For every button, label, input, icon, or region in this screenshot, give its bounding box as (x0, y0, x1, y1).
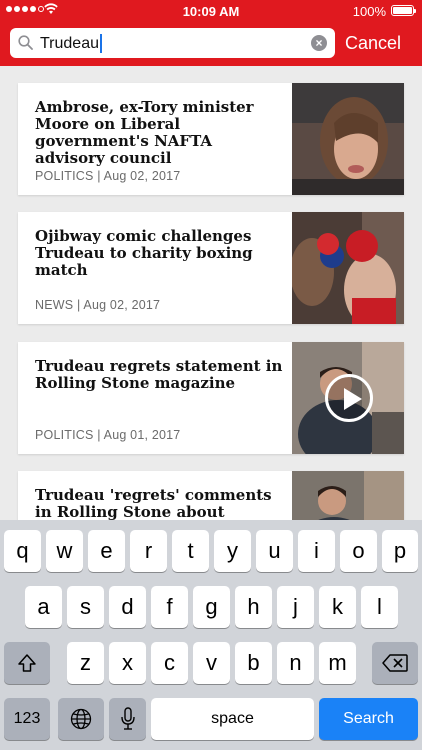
key-m[interactable]: m (319, 642, 356, 684)
article-meta: NEWS | Aug 02, 2017 (35, 298, 161, 312)
key-j[interactable]: j (277, 586, 314, 628)
shift-icon (18, 654, 36, 672)
key-e[interactable]: e (88, 530, 125, 572)
key-n[interactable]: n (277, 642, 314, 684)
article-card[interactable]: Ojibway comic challenges Trudeau to char… (18, 212, 404, 324)
dictation-key[interactable] (109, 698, 146, 740)
article-thumbnail (292, 471, 404, 520)
battery-percent: 100% (352, 4, 386, 19)
article-thumbnail (292, 212, 404, 324)
key-d[interactable]: d (109, 586, 146, 628)
key-w[interactable]: w (46, 530, 83, 572)
key-a[interactable]: a (25, 586, 62, 628)
key-x[interactable]: x (109, 642, 146, 684)
search-key[interactable]: Search (319, 698, 418, 740)
play-video-icon[interactable] (325, 374, 373, 422)
numbers-key[interactable]: 123 (4, 698, 50, 740)
article-card[interactable]: Trudeau regrets statement in Rolling Sto… (18, 342, 404, 454)
key-q[interactable]: q (4, 530, 41, 572)
search-results-list[interactable]: Ambrose, ex-Tory minister Moore on Liber… (0, 66, 422, 520)
article-thumbnail (292, 342, 404, 454)
key-y[interactable]: y (214, 530, 251, 572)
space-key[interactable]: space (151, 698, 314, 740)
article-headline: Ojibway comic challenges Trudeau to char… (35, 227, 253, 279)
key-z[interactable]: z (67, 642, 104, 684)
microphone-icon (120, 707, 135, 730)
key-u[interactable]: u (256, 530, 293, 572)
article-meta: POLITICS | Aug 02, 2017 (35, 169, 181, 183)
article-headline: Trudeau 'regrets' comments in Rolling St… (35, 486, 272, 521)
backspace-key[interactable] (372, 642, 418, 684)
key-o[interactable]: o (340, 530, 377, 572)
key-i[interactable]: i (298, 530, 335, 572)
article-card[interactable]: Trudeau 'regrets' comments in Rolling St… (18, 471, 404, 520)
clear-icon[interactable]: × (311, 35, 327, 51)
key-s[interactable]: s (67, 586, 104, 628)
search-query-text: Trudeau (40, 34, 99, 52)
key-h[interactable]: h (235, 586, 272, 628)
backspace-icon (382, 654, 408, 672)
article-thumbnail (292, 83, 404, 195)
article-card[interactable]: Ambrose, ex-Tory minister Moore on Liber… (18, 83, 404, 195)
key-r[interactable]: r (130, 530, 167, 572)
globe-icon (70, 708, 92, 730)
key-g[interactable]: g (193, 586, 230, 628)
shift-key[interactable] (4, 642, 50, 684)
search-input[interactable]: Trudeau × (10, 28, 335, 58)
text-caret (100, 34, 102, 53)
globe-key[interactable] (58, 698, 104, 740)
key-c[interactable]: c (151, 642, 188, 684)
battery-icon (391, 5, 416, 16)
key-t[interactable]: t (172, 530, 209, 572)
keyboard: q w e r t y u i o p a s d f g h j k l z … (0, 520, 422, 750)
key-b[interactable]: b (235, 642, 272, 684)
status-bar: 10:09 AM 100% (0, 0, 422, 22)
key-p[interactable]: p (382, 530, 418, 572)
app-header: 10:09 AM 100% Trudeau × Cancel (0, 0, 422, 66)
key-k[interactable]: k (319, 586, 356, 628)
key-l[interactable]: l (361, 586, 398, 628)
search-query: Trudeau (40, 34, 102, 53)
search-icon (18, 35, 33, 50)
cancel-button[interactable]: Cancel (345, 33, 401, 54)
key-f[interactable]: f (151, 586, 188, 628)
key-v[interactable]: v (193, 642, 230, 684)
article-headline: Ambrose, ex-Tory minister Moore on Liber… (35, 98, 254, 167)
article-meta: POLITICS | Aug 01, 2017 (35, 428, 181, 442)
article-headline: Trudeau regrets statement in Rolling Sto… (35, 357, 283, 392)
